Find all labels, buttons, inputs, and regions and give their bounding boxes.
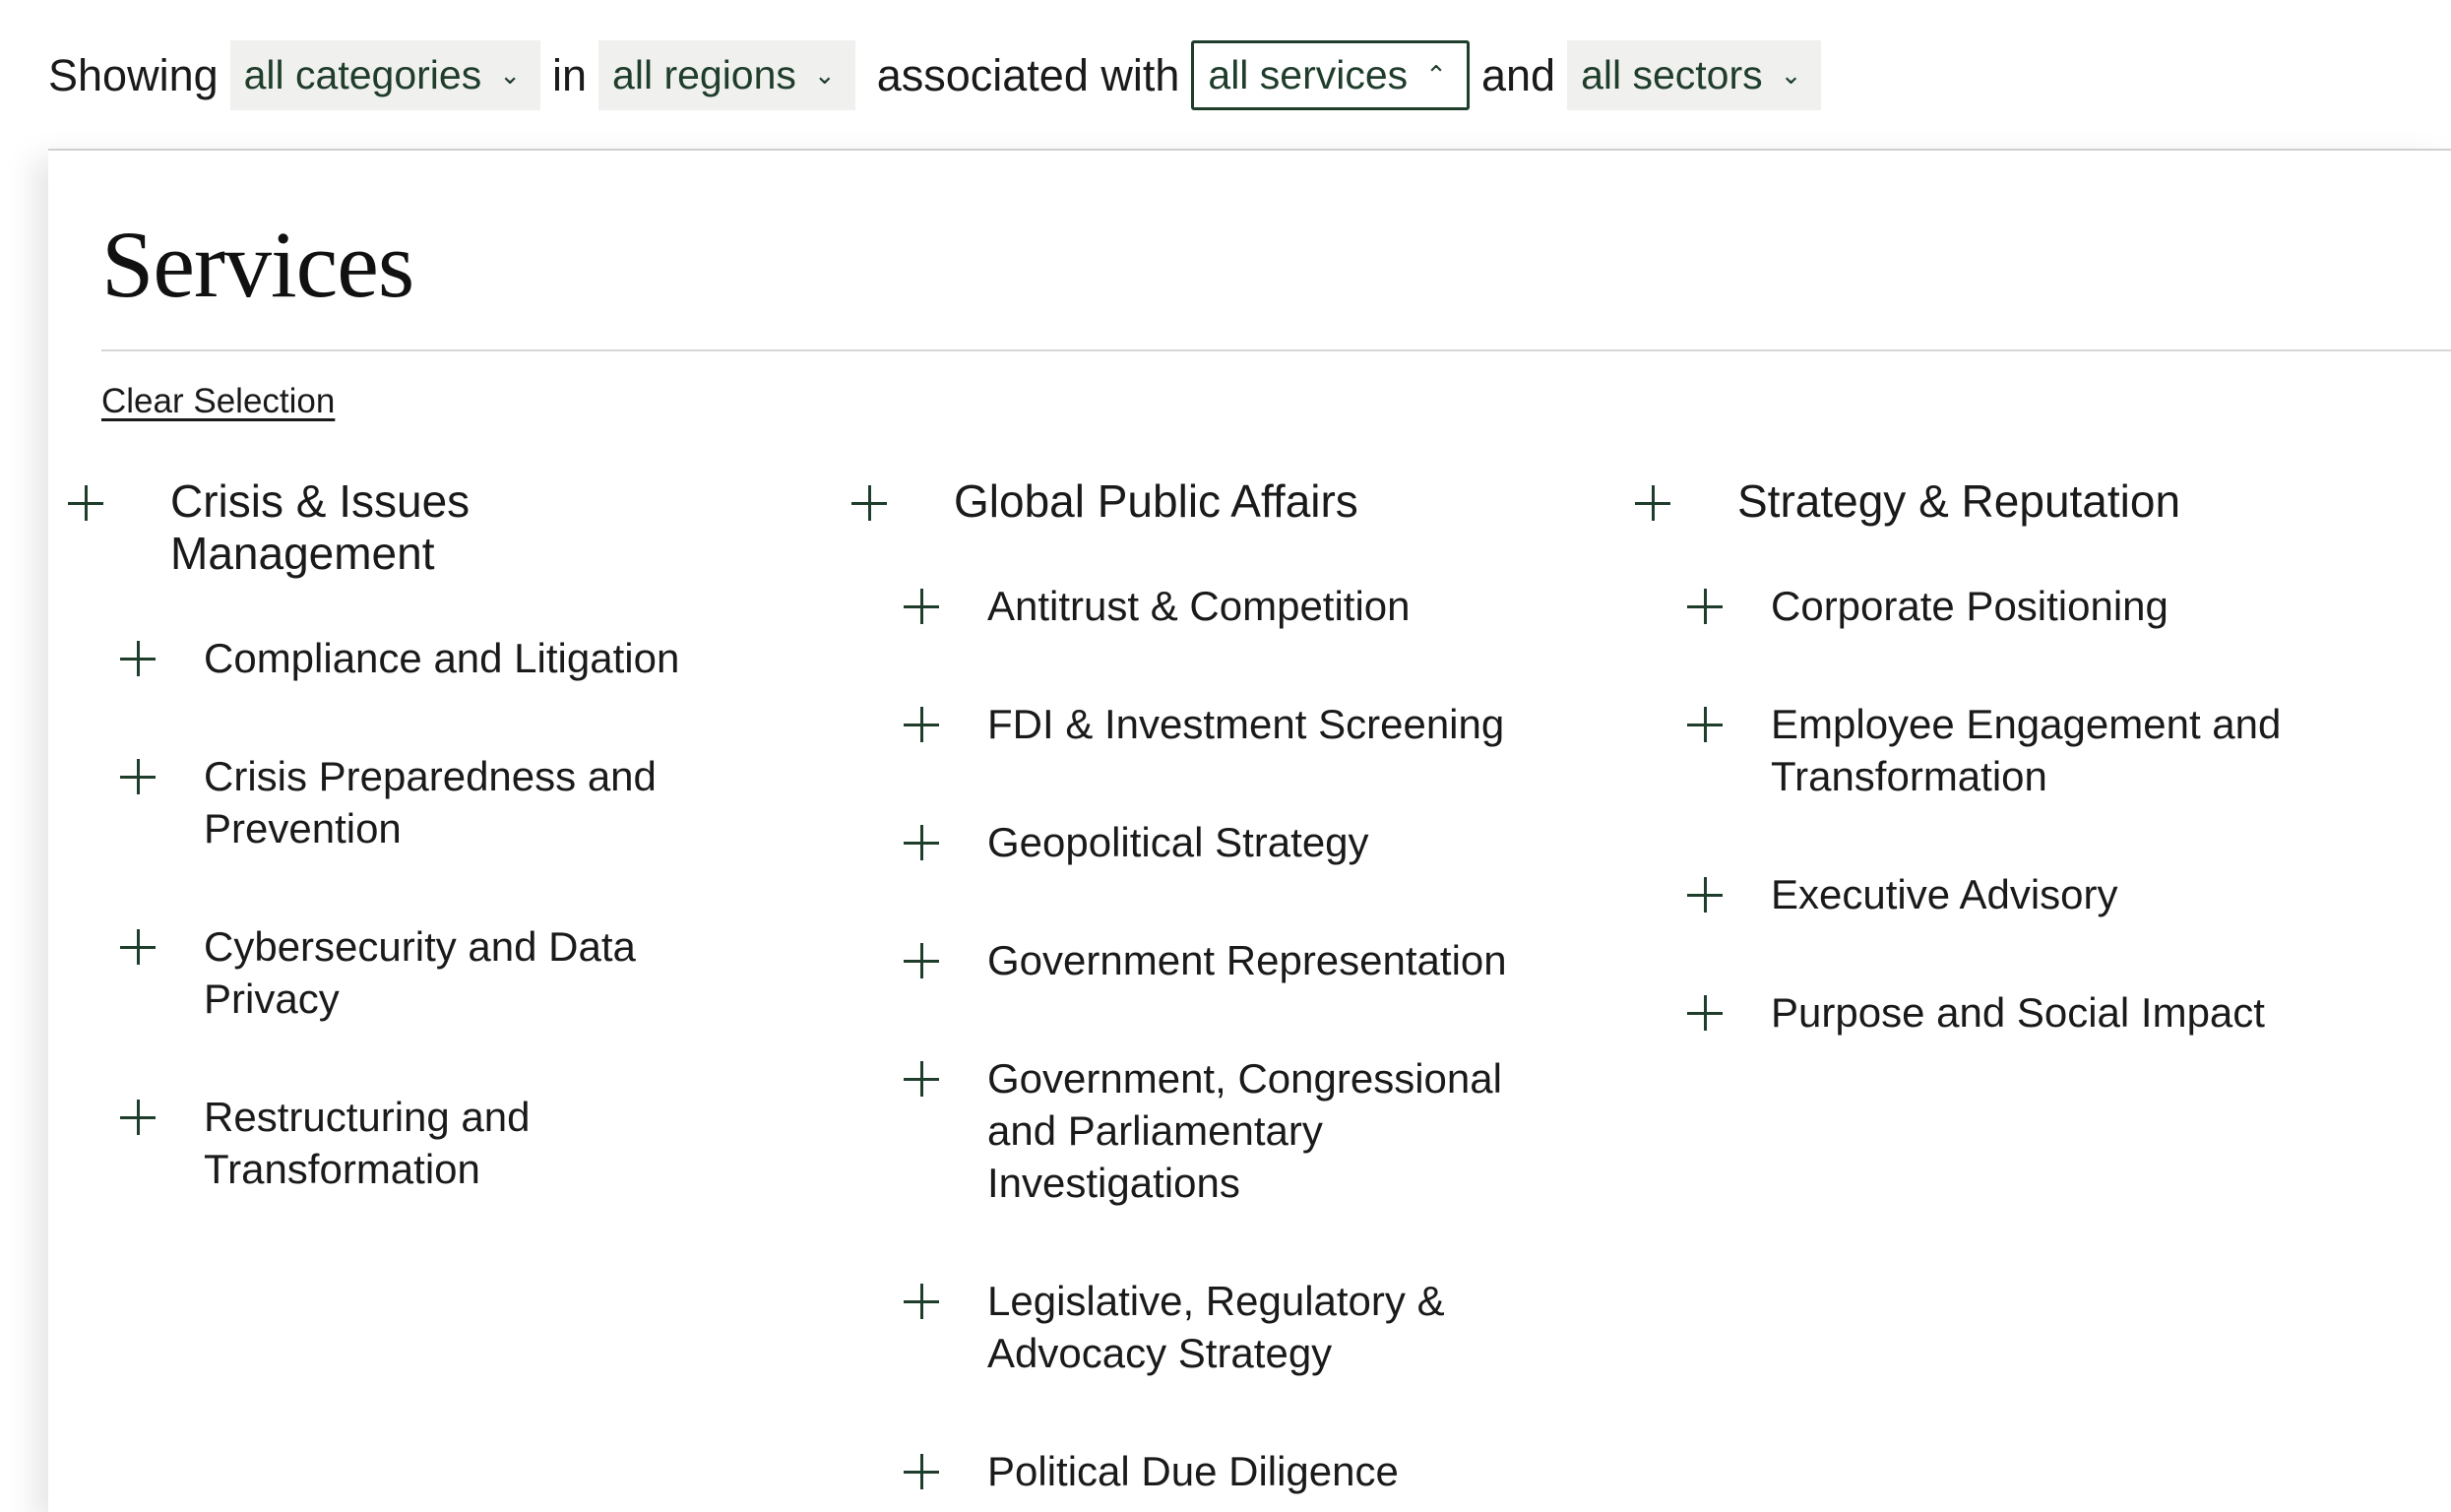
service-label: FDI & Investment Screening [987, 701, 1505, 747]
service-label: Geopolitical Strategy [987, 819, 1369, 865]
service-item[interactable]: Cybersecurity and Data Privacy [120, 920, 796, 1025]
plus-icon [1635, 485, 1670, 521]
plus-icon [904, 1454, 939, 1489]
service-label: Compliance and Litigation [204, 635, 680, 681]
plus-icon [120, 929, 156, 965]
services-column-crisis: Crisis & Issues Management Compliance an… [48, 475, 796, 1195]
plus-icon [120, 759, 156, 794]
plus-icon [1687, 995, 1723, 1031]
services-column-public-affairs: Global Public Affairs Antitrust & Compet… [832, 475, 1580, 1497]
categories-dropdown[interactable]: all categories ⌄ [229, 40, 540, 110]
plus-icon [120, 1100, 156, 1135]
regions-dropdown[interactable]: all regions ⌄ [598, 40, 855, 110]
service-item[interactable]: Corporate Positioning [1687, 580, 2363, 632]
associated-with-text: associated with [876, 49, 1180, 100]
services-dropdown-panel: Services Clear Selection Crisis & Issues… [48, 149, 2451, 1512]
service-parent-global-public-affairs[interactable]: Global Public Affairs [851, 475, 1580, 528]
chevron-up-icon: ⌃ [1425, 60, 1447, 90]
service-label: Corporate Positioning [1771, 583, 2168, 629]
service-label: Employee Engagement and Transformation [1771, 701, 2282, 799]
service-item[interactable]: Political Due Diligence [904, 1445, 1580, 1497]
regions-dropdown-label: all regions [612, 52, 796, 97]
service-item[interactable]: Employee Engagement and Transformation [1687, 698, 2363, 802]
service-item[interactable]: FDI & Investment Screening [904, 698, 1580, 750]
services-column-strategy: Strategy & Reputation Corporate Position… [1615, 475, 2363, 1039]
service-label: Legislative, Regulatory & Advocacy Strat… [987, 1278, 1445, 1376]
service-label: Government, Congressional and Parliament… [987, 1055, 1502, 1206]
sectors-dropdown[interactable]: all sectors ⌄ [1567, 40, 1822, 110]
plus-icon [851, 485, 887, 521]
service-item[interactable]: Antitrust & Competition [904, 580, 1580, 632]
service-label: Strategy & Reputation [1737, 475, 2181, 527]
panel-title: Services [101, 212, 414, 317]
plus-icon [904, 1284, 939, 1319]
service-label: Antitrust & Competition [987, 583, 1411, 629]
showing-text: Showing [48, 49, 219, 100]
chevron-down-icon: ⌄ [813, 60, 836, 90]
service-item[interactable]: Government Representation [904, 934, 1580, 986]
categories-dropdown-label: all categories [243, 52, 482, 97]
plus-icon [904, 1061, 939, 1097]
service-item[interactable]: Government, Congressional and Parliament… [904, 1052, 1580, 1209]
service-item[interactable]: Crisis Preparedness and Prevention [120, 750, 796, 854]
plus-icon [1687, 707, 1723, 742]
chevron-down-icon: ⌄ [499, 60, 521, 90]
plus-icon [68, 485, 103, 521]
service-label: Government Representation [987, 937, 1507, 983]
filter-sentence-bar: Showing all categories ⌄ in all regions … [48, 39, 1822, 111]
plus-icon [904, 589, 939, 624]
service-label: Political Due Diligence [987, 1448, 1399, 1494]
sectors-dropdown-label: all sectors [1581, 52, 1763, 97]
service-label: Restructuring and Transformation [204, 1094, 531, 1192]
plus-icon [904, 707, 939, 742]
service-item[interactable]: Compliance and Litigation [120, 632, 796, 684]
plus-icon [1687, 877, 1723, 913]
services-dropdown[interactable]: all services ⌃ [1191, 40, 1470, 110]
service-item[interactable]: Geopolitical Strategy [904, 816, 1580, 868]
service-parent-crisis-issues-management[interactable]: Crisis & Issues Management [68, 475, 796, 580]
plus-icon [904, 825, 939, 860]
divider [101, 349, 2451, 351]
service-item[interactable]: Legislative, Regulatory & Advocacy Strat… [904, 1275, 1580, 1379]
in-text: in [552, 49, 588, 100]
and-text: and [1480, 49, 1556, 100]
service-item[interactable]: Restructuring and Transformation [120, 1091, 796, 1195]
plus-icon [120, 641, 156, 676]
service-label: Global Public Affairs [954, 475, 1358, 527]
services-dropdown-label: all services [1208, 52, 1409, 97]
clear-selection-link[interactable]: Clear Selection [101, 382, 335, 421]
service-item[interactable]: Executive Advisory [1687, 868, 2363, 920]
plus-icon [1687, 589, 1723, 624]
service-parent-strategy-reputation[interactable]: Strategy & Reputation [1635, 475, 2363, 528]
service-label: Crisis & Issues Management [170, 475, 471, 579]
service-label: Crisis Preparedness and Prevention [204, 753, 657, 851]
service-label: Purpose and Social Impact [1771, 989, 2265, 1036]
plus-icon [904, 943, 939, 978]
chevron-down-icon: ⌄ [1780, 60, 1802, 90]
service-item[interactable]: Purpose and Social Impact [1687, 986, 2363, 1039]
service-label: Cybersecurity and Data Privacy [204, 923, 636, 1022]
service-label: Executive Advisory [1771, 871, 2118, 917]
